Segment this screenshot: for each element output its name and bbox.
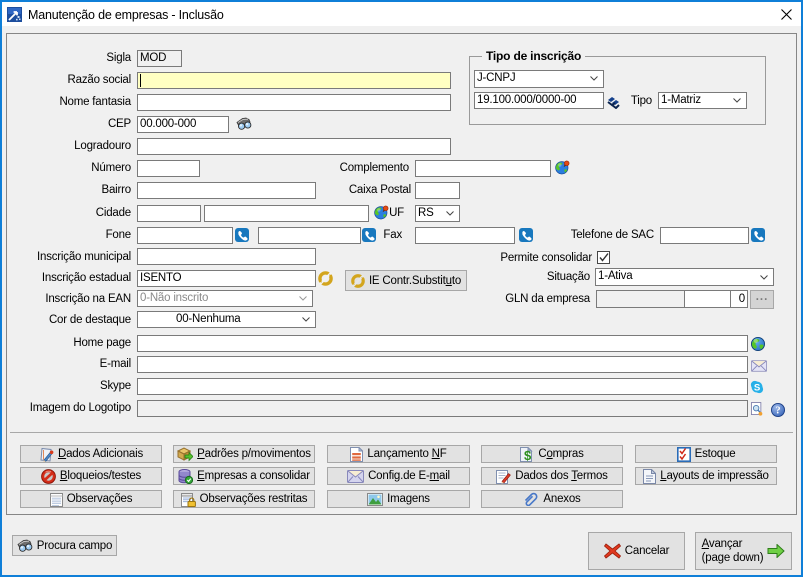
svg-text:$: $ — [524, 448, 532, 462]
svg-text:?: ? — [776, 406, 781, 417]
svg-text:S: S — [754, 383, 761, 394]
